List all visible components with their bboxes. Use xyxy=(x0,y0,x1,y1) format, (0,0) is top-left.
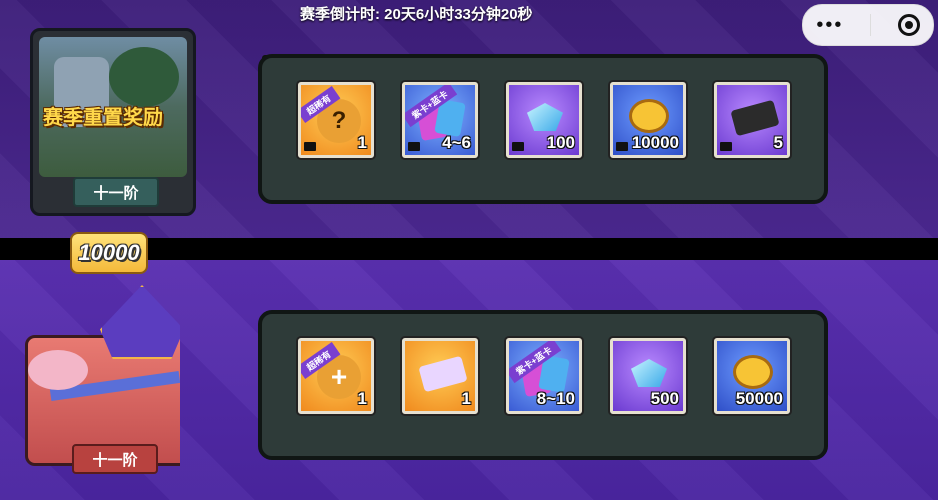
tier-title: 赛季重置奖励 xyxy=(43,107,163,129)
reward-tile[interactable]: 5 xyxy=(714,82,790,158)
reward-qty: 1 xyxy=(357,389,367,408)
video-icon xyxy=(616,142,628,151)
reward-tile[interactable]: + 超稀有 1 xyxy=(298,338,374,414)
reward-qty: 1 xyxy=(461,389,471,408)
video-icon xyxy=(408,142,420,151)
miniapp-capsule: ••• xyxy=(802,4,934,46)
reward-qty: 5 xyxy=(773,133,783,152)
reward-qty: 4~6 xyxy=(442,133,471,152)
ticket-icon xyxy=(730,99,780,137)
close-miniapp-icon[interactable] xyxy=(897,14,920,36)
reward-tile[interactable]: ? 超稀有 1 xyxy=(298,82,374,158)
gem-icon xyxy=(527,103,563,131)
tree-icon xyxy=(109,47,179,107)
pagoda-roof-icon xyxy=(100,285,180,359)
coin-icon xyxy=(629,99,669,133)
tier-level-plate: 十一阶 xyxy=(73,177,159,207)
tier-card-2[interactable]: 十一阶 xyxy=(20,285,180,480)
reward-tile[interactable]: 100 xyxy=(506,82,582,158)
reward-tile[interactable]: 10000 xyxy=(610,82,686,158)
tier-level-plate: 十一阶 xyxy=(72,444,158,474)
cherry-tree-icon xyxy=(28,350,88,390)
reward-qty: 50000 xyxy=(735,389,783,408)
reward-qty: 100 xyxy=(546,133,575,152)
season-countdown: 赛季倒计时: 20天6小时33分钟20秒 xyxy=(300,6,533,23)
reward-tile[interactable]: 1 xyxy=(402,338,478,414)
reward-tile[interactable]: 50000 xyxy=(714,338,790,414)
coin-icon xyxy=(733,355,773,389)
reward-tile[interactable]: 紫卡+蓝卡 4~6 xyxy=(402,82,478,158)
ticket-icon xyxy=(418,355,468,393)
reward-qty: 500 xyxy=(650,389,679,408)
capsule-separator xyxy=(870,14,871,36)
reward-qty: 8~10 xyxy=(536,389,575,408)
gem-icon xyxy=(631,359,667,387)
reward-tile[interactable]: 500 xyxy=(610,338,686,414)
video-icon xyxy=(304,142,316,151)
requirement-badge: 10000 xyxy=(70,232,148,274)
video-icon xyxy=(720,142,732,151)
tier-card-reset[interactable]: 赛季重置奖励 十一阶 xyxy=(30,28,196,216)
reward-qty: 10000 xyxy=(631,133,679,152)
reward-qty: 1 xyxy=(357,133,367,152)
reward-tile[interactable]: 紫卡+蓝卡 8~10 xyxy=(506,338,582,414)
video-icon xyxy=(512,142,524,151)
more-options-icon[interactable]: ••• xyxy=(816,15,843,35)
